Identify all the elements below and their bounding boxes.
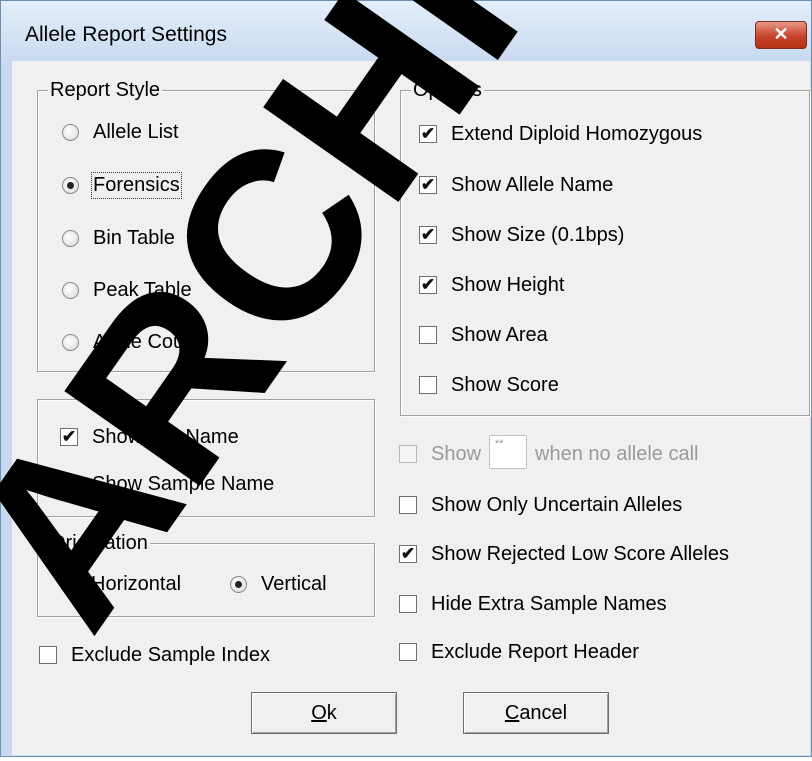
ok-mnemonic: O (311, 702, 327, 724)
radio-vertical-indicator[interactable] (230, 575, 247, 593)
checkbox-exclude-sample-index[interactable]: Exclude Sample Index (39, 642, 270, 668)
checkbox-show-sample-name-box[interactable] (60, 475, 78, 493)
radio-vertical-label: Vertical (261, 572, 327, 595)
checkbox-show-allele-name-box[interactable]: ✔ (419, 176, 437, 194)
checkbox-show-no-call[interactable]: Show ** when no allele call (399, 435, 699, 469)
title-bar[interactable]: Allele Report Settings ✕ (1, 1, 811, 61)
checkbox-show-area-label: Show Area (451, 323, 548, 346)
radio-allele-count[interactable]: Allele Count (62, 329, 201, 355)
report-style-legend: Report Style (48, 79, 163, 101)
radio-allele-count-indicator[interactable] (62, 333, 79, 351)
checkbox-show-size[interactable]: ✔ Show Size (0.1bps) (419, 222, 624, 248)
close-button[interactable]: ✕ (755, 21, 807, 49)
checkbox-show-file-name[interactable]: ✔ Show File Name (60, 424, 239, 450)
checkbox-show-sample-name-label: Show Sample Name (92, 472, 275, 495)
options-legend: Options (411, 79, 484, 101)
radio-allele-count-label: Allele Count (93, 330, 201, 353)
radio-forensics[interactable]: Forensics (62, 171, 182, 199)
cancel-button[interactable]: Cancel (463, 692, 609, 734)
checkbox-exclude-sample-index-box[interactable] (39, 646, 57, 664)
checkbox-show-score-box[interactable] (419, 376, 437, 394)
checkbox-hide-extra-sample-names[interactable]: Hide Extra Sample Names (399, 591, 667, 617)
checkbox-extend-diploid[interactable]: ✔ Extend Diploid Homozygous (419, 121, 702, 147)
radio-bin-table-label: Bin Table (93, 226, 175, 249)
dialog-window: Allele Report Settings ✕ Report Style Al… (0, 0, 812, 757)
window-title: Allele Report Settings (25, 23, 227, 46)
dialog-client-area: Report Style Allele List Forensics Bin T… (12, 61, 810, 755)
radio-forensics-label: Forensics (91, 171, 182, 199)
checkbox-show-only-uncertain-label: Show Only Uncertain Alleles (431, 493, 683, 516)
checkbox-show-area[interactable]: Show Area (419, 322, 548, 348)
show-no-call-label: Show (431, 442, 482, 465)
checkbox-show-size-box[interactable]: ✔ (419, 226, 437, 244)
radio-vertical[interactable]: Vertical (230, 571, 327, 597)
checkbox-exclude-sample-index-label: Exclude Sample Index (71, 643, 271, 666)
no-call-suffix-label: when no allele call (535, 442, 699, 465)
checkbox-show-height[interactable]: ✔ Show Height (419, 272, 564, 298)
checkbox-show-file-name-label: Show File Name (92, 425, 239, 448)
checkbox-show-height-label: Show Height (451, 273, 565, 296)
cancel-mnemonic: C (504, 702, 520, 724)
orientation-group: Orientation Horizontal Vertical (37, 532, 375, 617)
checkbox-show-only-uncertain-box[interactable] (399, 496, 417, 514)
checkbox-exclude-report-header-label: Exclude Report Header (431, 640, 639, 663)
checkbox-extend-diploid-box[interactable]: ✔ (419, 125, 437, 143)
checkbox-show-allele-name[interactable]: ✔ Show Allele Name (419, 172, 613, 198)
names-group: ✔ Show File Name Show Sample Name (37, 399, 375, 517)
checkbox-show-rejected-low-score[interactable]: ✔ Show Rejected Low Score Alleles (399, 541, 729, 567)
cancel-label-rest: ancel (519, 702, 568, 724)
ok-button[interactable]: Ok (251, 692, 397, 734)
radio-allele-list[interactable]: Allele List (62, 119, 179, 145)
checkbox-show-sample-name[interactable]: Show Sample Name (60, 471, 274, 497)
checkbox-show-score-label: Show Score (451, 373, 559, 396)
close-icon: ✕ (773, 24, 789, 44)
checkbox-show-allele-name-label: Show Allele Name (451, 173, 614, 196)
checkbox-show-area-box[interactable] (419, 326, 437, 344)
radio-peak-table-indicator[interactable] (62, 281, 79, 299)
checkbox-extend-diploid-label: Extend Diploid Homozygous (451, 122, 703, 145)
checkbox-show-height-box[interactable]: ✔ (419, 276, 437, 294)
radio-peak-table-label: Peak Table (93, 278, 192, 301)
radio-allele-list-label: Allele List (93, 120, 179, 143)
checkbox-show-rejected-low-score-label: Show Rejected Low Score Alleles (431, 542, 729, 565)
no-call-text-input[interactable]: ** (489, 435, 528, 469)
radio-peak-table[interactable]: Peak Table (62, 277, 192, 303)
radio-bin-table[interactable]: Bin Table (62, 225, 175, 251)
checkbox-hide-extra-sample-names-label: Hide Extra Sample Names (431, 592, 667, 615)
checkbox-hide-extra-sample-names-box[interactable] (399, 595, 417, 613)
checkbox-show-rejected-low-score-box[interactable]: ✔ (399, 545, 417, 563)
checkbox-show-size-label: Show Size (0.1bps) (451, 223, 625, 246)
checkbox-show-only-uncertain[interactable]: Show Only Uncertain Alleles (399, 492, 682, 518)
ok-label-rest: k (326, 702, 337, 724)
radio-forensics-indicator[interactable] (62, 176, 79, 194)
radio-bin-table-indicator[interactable] (62, 229, 79, 247)
options-group: Options ✔ Extend Diploid Homozygous ✔ Sh… (400, 79, 810, 416)
radio-horizontal-indicator[interactable] (60, 575, 77, 593)
checkbox-show-score[interactable]: Show Score (419, 372, 559, 398)
radio-horizontal[interactable]: Horizontal (60, 571, 181, 597)
checkbox-exclude-report-header-box[interactable] (399, 643, 417, 661)
report-style-group: Report Style Allele List Forensics Bin T… (37, 79, 375, 372)
checkbox-show-file-name-box[interactable]: ✔ (60, 428, 78, 446)
radio-horizontal-label: Horizontal (91, 572, 182, 595)
checkbox-show-no-call-box[interactable] (399, 445, 417, 463)
checkbox-exclude-report-header[interactable]: Exclude Report Header (399, 639, 639, 665)
orientation-legend: Orientation (48, 532, 150, 554)
radio-allele-list-indicator[interactable] (62, 123, 79, 141)
